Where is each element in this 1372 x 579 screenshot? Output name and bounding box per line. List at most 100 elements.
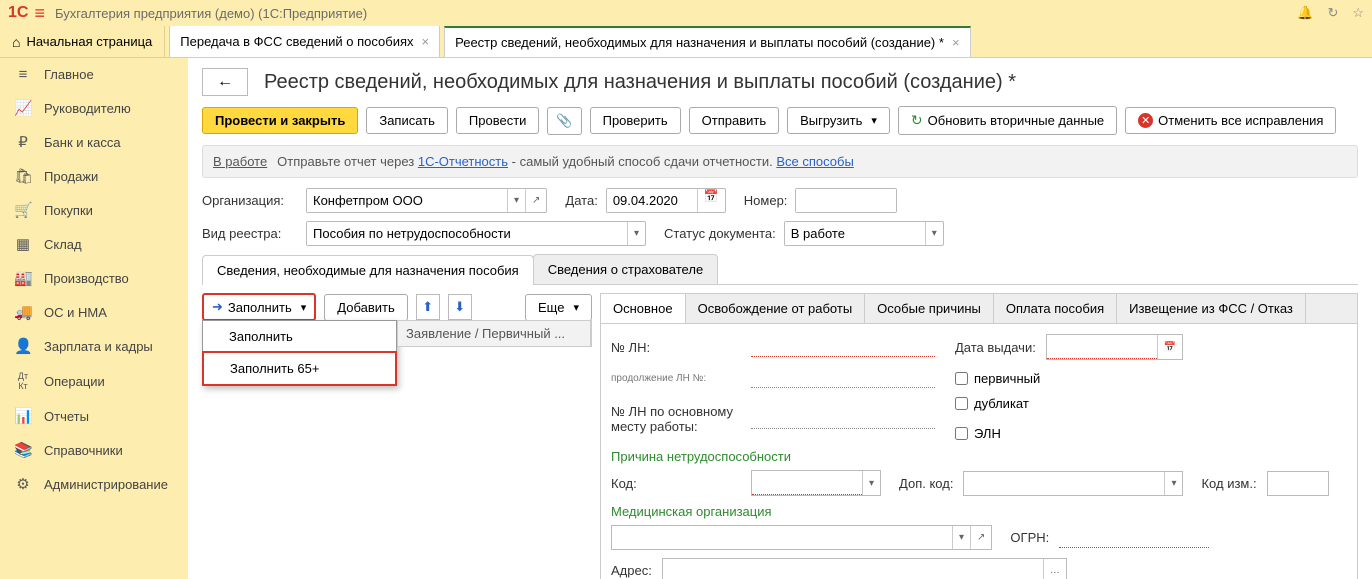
menu-fill[interactable]: Заполнить: [203, 321, 396, 352]
dropdown-icon[interactable]: ▾: [952, 526, 970, 549]
calendar-icon[interactable]: 📅: [1157, 335, 1182, 359]
move-down-button[interactable]: ⬇: [448, 294, 472, 320]
open-icon[interactable]: ↗: [970, 526, 991, 549]
close-icon[interactable]: ×: [422, 34, 430, 49]
write-button[interactable]: Записать: [366, 107, 448, 134]
ln-no-input[interactable]: [751, 337, 935, 357]
inner-tab-payment[interactable]: Оплата пособия: [994, 294, 1117, 323]
ellipsis-icon[interactable]: …: [1043, 559, 1066, 579]
ogrn-label: ОГРН:: [1010, 530, 1049, 545]
number-input[interactable]: [796, 189, 896, 212]
inner-tab-main[interactable]: Основное: [601, 294, 686, 323]
sidebar-item-admin[interactable]: ⚙Администрирование: [0, 467, 188, 501]
list-header: Заявление / Первичный ...: [397, 320, 592, 347]
duplicate-check-input[interactable]: [955, 397, 968, 410]
dropdown-icon[interactable]: ▾: [627, 222, 645, 245]
cont-ln-input[interactable]: [751, 368, 935, 388]
post-button[interactable]: Провести: [456, 107, 540, 134]
send-button[interactable]: Отправить: [689, 107, 779, 134]
open-icon[interactable]: ↗: [525, 189, 546, 212]
ogrn-input[interactable]: [1059, 528, 1209, 548]
refresh-button[interactable]: ↻Обновить вторичные данные: [898, 106, 1117, 135]
books-icon: 📚: [14, 441, 32, 459]
back-button[interactable]: ←: [202, 68, 248, 96]
more-button[interactable]: Еще: [525, 294, 592, 321]
org-label: Организация:: [202, 193, 298, 208]
check-button[interactable]: Проверить: [590, 107, 681, 134]
sidebar-item-warehouse[interactable]: ▦Склад: [0, 227, 188, 261]
sidebar-item-label: Продажи: [44, 169, 98, 184]
sidebar-item-sales[interactable]: 🛍Продажи: [0, 159, 188, 193]
primary-checkbox[interactable]: первичный: [955, 371, 1040, 386]
address-input[interactable]: [663, 559, 1043, 579]
refresh-icon: ↻: [911, 112, 923, 129]
fill-button[interactable]: ➜ Заполнить: [202, 293, 316, 321]
sidebar-item-reports[interactable]: 📊Отчеты: [0, 399, 188, 433]
menu-icon[interactable]: ≡: [34, 3, 45, 24]
tab-home[interactable]: ⌂ Начальная страница: [0, 26, 165, 57]
attach-button[interactable]: 📎: [547, 107, 581, 135]
sidebar-item-refs[interactable]: 📚Справочники: [0, 433, 188, 467]
tab-fss[interactable]: Передача в ФСС сведений о пособиях ×: [169, 26, 440, 57]
export-button[interactable]: Выгрузить: [787, 107, 890, 134]
cart-icon: 🛒: [14, 201, 32, 219]
dropdown-icon[interactable]: ▾: [862, 471, 880, 495]
sidebar-item-main[interactable]: ≡Главное: [0, 58, 188, 91]
body-split: ➜ Заполнить Добавить ⬆ ⬇ Еще Заполнить З…: [202, 293, 1358, 579]
primary-check-input[interactable]: [955, 372, 968, 385]
tab-insurer[interactable]: Сведения о страхователе: [533, 254, 718, 284]
cancel-fixes-button[interactable]: ✕Отменить все исправления: [1125, 107, 1336, 134]
org-input[interactable]: [307, 189, 507, 212]
main-tabset: Сведения, необходимые для назначения пос…: [202, 254, 1358, 285]
code-input[interactable]: [752, 471, 862, 495]
inner-tab-release[interactable]: Освобождение от работы: [686, 294, 866, 323]
status-link[interactable]: В работе: [213, 154, 267, 169]
dropdown-icon[interactable]: ▾: [1164, 472, 1182, 495]
calendar-icon[interactable]: 📅: [697, 189, 725, 212]
docstatus-input[interactable]: [785, 222, 925, 245]
factory-icon: 🏭: [14, 269, 32, 287]
dropdown-icon[interactable]: ▾: [507, 189, 525, 212]
truck-icon: 🚚: [14, 303, 32, 321]
move-up-button[interactable]: ⬆: [416, 294, 440, 320]
home-icon: ⌂: [12, 34, 20, 50]
sidebar-item-hr[interactable]: 👤Зарплата и кадры: [0, 329, 188, 363]
list-icon: ≡: [14, 66, 32, 83]
app-title: Бухгалтерия предприятия (демо) (1С:Предп…: [55, 6, 1297, 21]
codechange-input[interactable]: [1268, 472, 1328, 495]
bell-icon[interactable]: 🔔: [1297, 5, 1313, 21]
titlebar-actions: 🔔 ↻ ☆: [1297, 5, 1364, 21]
menu-fill-65[interactable]: Заполнить 65+: [202, 351, 397, 386]
medorg-title: Медицинская организация: [611, 504, 1347, 519]
sidebar-item-label: Зарплата и кадры: [44, 339, 153, 354]
history-icon[interactable]: ↻: [1327, 5, 1338, 21]
close-icon[interactable]: ×: [952, 35, 960, 50]
inner-tab-special[interactable]: Особые причины: [865, 294, 994, 323]
all-methods-link[interactable]: Все способы: [776, 154, 853, 169]
page-title: Реестр сведений, необходимых для назначе…: [264, 71, 1016, 94]
sidebar-item-manager[interactable]: 📈Руководителю: [0, 91, 188, 125]
post-close-button[interactable]: Провести и закрыть: [202, 107, 358, 134]
inner-tab-notice[interactable]: Извещение из ФСС / Отказ: [1117, 294, 1306, 323]
sidebar-item-production[interactable]: 🏭Производство: [0, 261, 188, 295]
regtype-input[interactable]: [307, 222, 627, 245]
sidebar-item-assets[interactable]: 🚚ОС и НМА: [0, 295, 188, 329]
ln-main-input[interactable]: [751, 409, 935, 429]
addcode-input[interactable]: [964, 472, 1164, 495]
reporting-link[interactable]: 1С-Отчетность: [418, 154, 508, 169]
star-icon[interactable]: ☆: [1352, 5, 1364, 21]
medorg-input[interactable]: [612, 526, 952, 549]
dropdown-icon[interactable]: ▾: [925, 222, 943, 245]
sidebar-item-operations[interactable]: Дт КтОперации: [0, 363, 188, 399]
eln-checkbox[interactable]: ЭЛН: [955, 426, 1029, 441]
duplicate-checkbox[interactable]: дубликат: [955, 396, 1029, 411]
tab-registry[interactable]: Реестр сведений, необходимых для назначе…: [444, 26, 970, 57]
tab-info[interactable]: Сведения, необходимые для назначения пос…: [202, 255, 534, 285]
add-button[interactable]: Добавить: [324, 294, 407, 321]
number-label: Номер:: [744, 193, 788, 208]
sidebar-item-bank[interactable]: ₽Банк и касса: [0, 125, 188, 159]
eln-check-input[interactable]: [955, 427, 968, 440]
date-input[interactable]: [607, 189, 697, 212]
sidebar-item-purchases[interactable]: 🛒Покупки: [0, 193, 188, 227]
issue-date-input[interactable]: [1047, 335, 1157, 359]
